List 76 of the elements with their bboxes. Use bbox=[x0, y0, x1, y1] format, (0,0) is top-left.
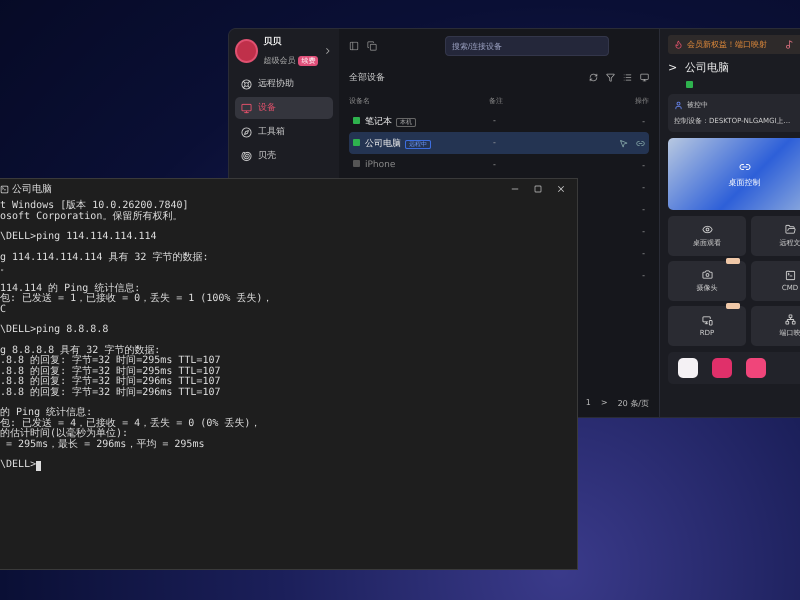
terminal-line: t Windows [版本 10.0.26200.7840] bbox=[0, 201, 190, 211]
flame-icon bbox=[674, 40, 683, 49]
terminal-line: .8.8 的回复: 字节=32 时间=296ms TTL=107 bbox=[0, 377, 222, 387]
monitor-icon[interactable] bbox=[640, 73, 649, 82]
close-icon bbox=[556, 184, 566, 194]
app-icon[interactable] bbox=[678, 358, 698, 378]
terminal-line: = 295ms，最长 = 296ms，平均 = 295ms bbox=[5, 440, 206, 450]
sidebar-item[interactable]: 贝壳 bbox=[235, 145, 333, 167]
promo-text: 会员新权益！端口映射 bbox=[687, 39, 767, 50]
copy-icon[interactable] bbox=[367, 41, 377, 51]
terminal-line: C bbox=[0, 304, 8, 315]
sidebar-item[interactable]: 工具箱 bbox=[235, 121, 333, 143]
device-row[interactable]: iPhone - - bbox=[349, 154, 649, 176]
terminal-line: g 8.8.8.8 具有 32 字节的数据: bbox=[0, 346, 162, 356]
list-title: 全部设备 bbox=[349, 72, 385, 84]
filter-icon[interactable] bbox=[606, 73, 615, 82]
terminal-line: 的 Ping 统计信息: bbox=[0, 408, 94, 418]
user-icon bbox=[674, 100, 683, 110]
refresh-icon[interactable] bbox=[589, 73, 598, 82]
device-name: iPhone bbox=[365, 160, 396, 170]
terminal-icon bbox=[784, 270, 796, 281]
compass-icon bbox=[241, 126, 252, 138]
terminal-line: \DELL> bbox=[0, 460, 577, 470]
device-name: 公司电脑 bbox=[365, 138, 401, 148]
operation-cell: - bbox=[642, 204, 645, 214]
terminal-line: .8.8 的回复: 字节=32 时间=295ms TTL=107 bbox=[0, 366, 222, 376]
avatar[interactable] bbox=[235, 39, 258, 63]
operation-cell: - bbox=[642, 160, 645, 170]
terminal-line: 。 bbox=[0, 263, 11, 274]
device-title: 公司电脑 bbox=[685, 60, 730, 75]
pointer-icon[interactable] bbox=[619, 138, 628, 148]
search-field[interactable]: 搜索/连接设备 bbox=[445, 36, 609, 56]
lifebuoy-icon bbox=[241, 78, 252, 90]
page-number[interactable]: 1 bbox=[586, 398, 591, 409]
sidebar-item[interactable]: 远程协助 bbox=[235, 73, 333, 95]
operation-cell: - bbox=[642, 270, 645, 280]
webcam-icon bbox=[702, 269, 712, 280]
terminal-line: .8.8 的回复: 字节=32 时间=295ms TTL=107 bbox=[0, 356, 222, 366]
window-title: 公司电脑 bbox=[12, 182, 52, 196]
maximize-icon bbox=[534, 185, 542, 193]
user-name: 贝贝 bbox=[263, 36, 282, 48]
folder-icon bbox=[784, 224, 796, 235]
sidebar-toggle-icon[interactable] bbox=[349, 41, 359, 51]
back-chevron[interactable]: > bbox=[668, 61, 678, 74]
operation-cell: - bbox=[642, 248, 645, 258]
list-icon[interactable] bbox=[623, 73, 632, 82]
terminal-line: \DELL>ping 8.8.8.8 bbox=[0, 325, 110, 336]
terminal-icon bbox=[0, 184, 9, 194]
terminal-line: osoft Corporation。保留所有权利。 bbox=[0, 212, 184, 222]
monitor-icon bbox=[241, 102, 252, 114]
terminal-line: 包: 已发送 = 1，已接收 = 0，丢失 = 1 (100% 丢失)， bbox=[0, 294, 274, 304]
next-page-button[interactable]: > bbox=[600, 398, 608, 409]
terminal-line: 包: 已发送 = 4，已接收 = 4，丢失 = 0 (0% 丢失)， bbox=[0, 418, 262, 428]
eye-icon bbox=[702, 224, 712, 235]
note-cell: - bbox=[493, 116, 496, 125]
promo-banner[interactable]: 会员新权益！端口映射 bbox=[668, 35, 800, 54]
remote-desktop-icon bbox=[702, 315, 712, 326]
terminal-line: .8.8 的回复: 字节=32 时间=296ms TTL=107 bbox=[0, 388, 222, 398]
note-cell: - bbox=[493, 138, 496, 147]
terminal-line: g 114.114.114.114 具有 32 字节的数据: bbox=[0, 252, 210, 263]
shell-icon bbox=[241, 150, 252, 162]
network-icon bbox=[784, 314, 796, 325]
terminal-line: \DELL>ping 114.114.114.114 bbox=[0, 232, 158, 242]
operation-cell: - bbox=[642, 226, 645, 236]
terminal-line: 114.114 的 Ping 统计信息: bbox=[0, 284, 142, 294]
note-cell: - bbox=[493, 160, 496, 169]
membership-label: 超级会员 bbox=[263, 56, 296, 65]
desktop-preview[interactable]: 桌面控制 bbox=[668, 138, 800, 210]
music-note-icon[interactable] bbox=[785, 40, 794, 49]
terminal-line: 的估计时间(以毫秒为单位): bbox=[0, 429, 130, 439]
device-name: 笔记本 bbox=[365, 116, 392, 126]
preview-label: 桌面控制 bbox=[728, 176, 760, 188]
page-size[interactable]: 20 条/页 bbox=[618, 398, 649, 409]
link-icon[interactable] bbox=[636, 138, 645, 148]
operation-cell: - bbox=[642, 182, 645, 192]
operation-cell: - bbox=[642, 116, 645, 126]
